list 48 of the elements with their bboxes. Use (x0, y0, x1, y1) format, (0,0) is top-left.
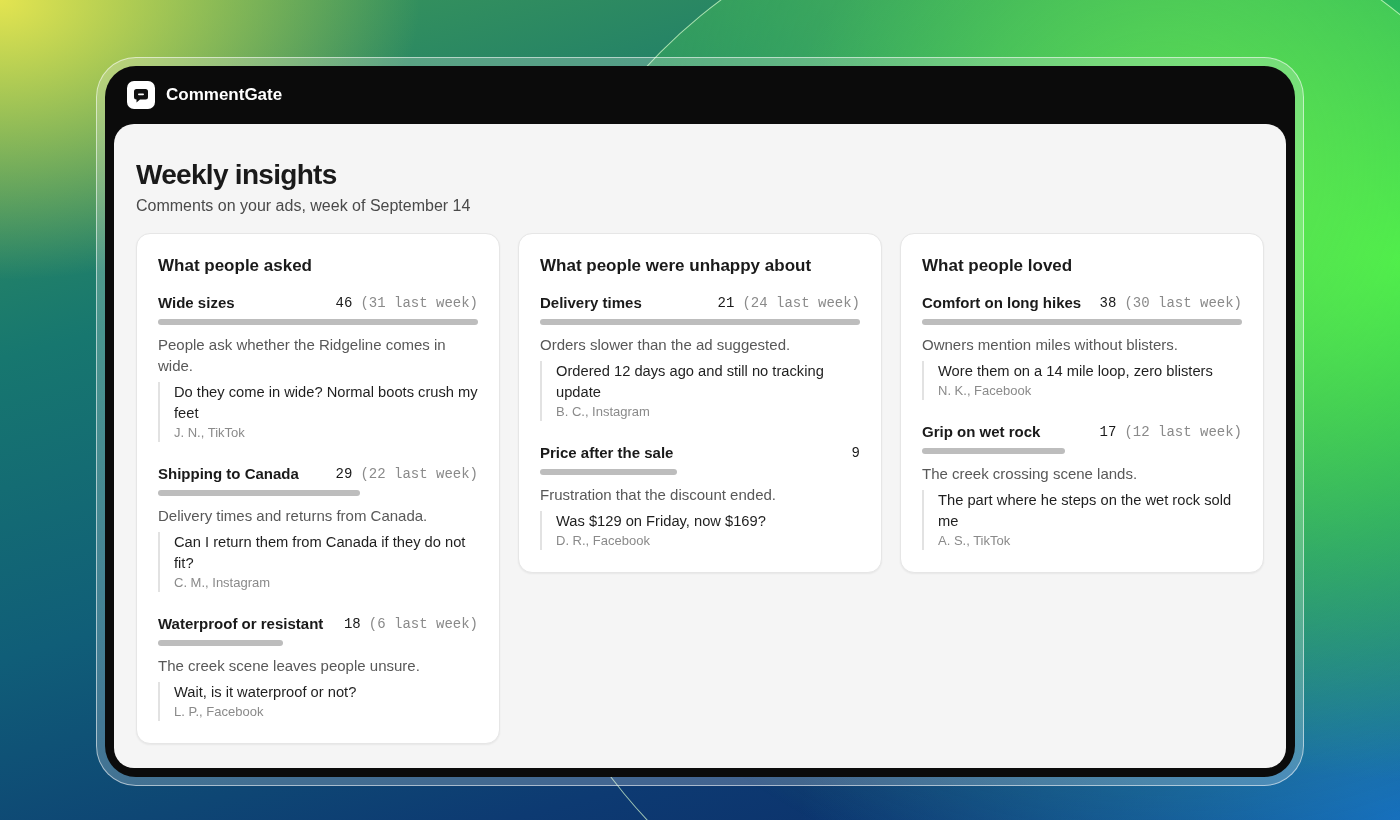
comment-author: C. M., Instagram (174, 574, 272, 592)
topic-summary: Owners mention miles without blisters. (922, 335, 1179, 355)
mention-count: 38 (1099, 294, 1117, 313)
comment-text: Can I return them from Canada if they do not fit? (174, 533, 467, 573)
topic-name: Waterproof or resistant (158, 614, 324, 634)
comment-text: Wait, is it waterproof or not? (174, 683, 358, 702)
comment-author: N. K., Facebook (938, 382, 1033, 400)
topic-name: Delivery times (540, 293, 642, 313)
mention-count: 29 (335, 465, 353, 484)
mention-count: 9 (851, 444, 860, 463)
speech-bubble-icon (127, 81, 155, 109)
comment-author: L. P., Facebook (174, 703, 265, 721)
mention-count: 46 (335, 294, 353, 313)
last-week-count: (22 last week) (360, 465, 478, 484)
comment-text: Ordered 12 days ago and still no tracking update (556, 362, 825, 402)
topic-name: Grip on wet rock (922, 422, 1041, 442)
card-title: What people asked (158, 255, 312, 277)
card-title: What people loved (922, 255, 1073, 277)
topic-name: Price after the sale (540, 443, 674, 463)
topic-summary: The creek crossing scene lands. (922, 464, 1139, 484)
comment-text: Was $129 on Friday, now $169? (556, 512, 767, 531)
topic-name: Shipping to Canada (158, 464, 299, 484)
comment-author: D. R., Facebook (556, 532, 651, 550)
comment-author: A. S., TikTok (938, 532, 1012, 550)
last-week-count: (30 last week) (1124, 294, 1242, 313)
topic-summary: People ask whether the Ridgeline comes in wide. (158, 335, 447, 376)
topic-name: Wide sizes (158, 293, 235, 313)
topic-summary: Delivery times and returns from Canada. (158, 506, 429, 526)
last-week-count: (6 last week) (368, 615, 478, 634)
mention-count: 18 (343, 615, 361, 634)
comment-author: J. N., TikTok (174, 424, 246, 442)
last-week-count: (31 last week) (360, 294, 478, 313)
comment-author: B. C., Instagram (556, 403, 651, 421)
page-title: Weekly insights (136, 158, 337, 192)
topic-name: Comfort on long hikes (922, 293, 1082, 313)
page-subtitle: Comments on your ads, week of September 14 (136, 196, 471, 216)
topic-summary: Frustration that the discount ended. (540, 485, 777, 505)
topic-summary: Orders slower than the ad suggested. (540, 335, 792, 355)
last-week-count: (24 last week) (742, 294, 860, 313)
comment-text: The part where he steps on the wet rock sold me (938, 491, 1233, 531)
comment-text: Wore them on a 14 mile loop, zero blisters (938, 362, 1214, 381)
card-title: What people were unhappy about (540, 255, 812, 277)
mention-count: 17 (1099, 423, 1117, 442)
topic-summary: The creek scene leaves people unsure. (158, 656, 421, 676)
app-name: CommentGate (166, 84, 283, 106)
last-week-count: (12 last week) (1124, 423, 1242, 442)
mention-count: 21 (717, 294, 735, 313)
comment-text: Do they come in wide? Normal boots crush my feet (174, 383, 478, 423)
